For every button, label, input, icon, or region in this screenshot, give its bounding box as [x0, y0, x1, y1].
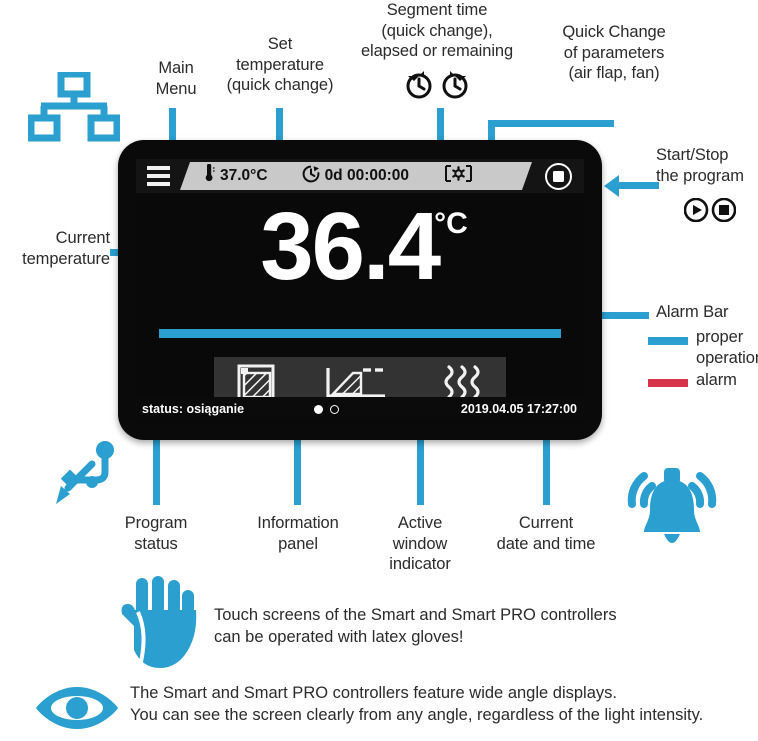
hamburger-icon	[146, 182, 170, 186]
callout-alarm-proper: proper operation	[696, 328, 758, 367]
connector-start-stop	[619, 182, 659, 189]
note-gloves: Touch screens of the Smart and Smart PRO…	[214, 606, 617, 646]
current-temperature-display[interactable]: 36.4 °C	[136, 193, 584, 301]
callout-current-date-time: Current date and time	[496, 514, 596, 553]
callout-information-panel: Information panel	[257, 514, 339, 553]
alarm-bar	[159, 329, 561, 338]
screen-bottom-bar: status: osiąganie 2019.04.05 17:27:00	[136, 397, 584, 421]
hamburger-icon	[146, 166, 170, 170]
start-stop-icons	[683, 197, 737, 227]
current-date-time-text: 2019.04.05 17:27:00	[460, 402, 577, 416]
window-dot-active[interactable]	[314, 404, 323, 414]
program-status-text: status: osiąganie	[142, 402, 245, 416]
legend-swatch-alarm	[648, 379, 688, 387]
callout-current-temperature: Current temperature	[22, 229, 110, 268]
note-viewing-angle: The Smart and Smart PRO controllers feat…	[130, 684, 704, 724]
segment-time-value: 0d 00:00:00	[324, 167, 410, 184]
set-temperature-value: 37.0°C	[220, 167, 268, 184]
callout-start-stop: Start/Stop the program	[656, 146, 744, 185]
usb-icon	[48, 436, 124, 513]
set-temperature-quick-button[interactable]: 37.0°C	[202, 164, 268, 188]
callout-quick-change-params: Quick Change of parameters (air flap, fa…	[562, 23, 666, 82]
segment-time-quick-button[interactable]: 0d 00:00:00	[302, 165, 409, 188]
clock-arrow-icon	[302, 165, 320, 188]
screen-top-bar: 37.0°C 0d 00:00:00	[136, 159, 584, 193]
callout-program-status: Program status	[124, 514, 188, 553]
callout-segment-time: Segment time (quick change), elapsed or …	[360, 1, 514, 60]
quick-parameters-button[interactable]	[445, 165, 472, 187]
callout-active-window-indicator: Active window indicator	[389, 514, 451, 573]
arrow-start-stop	[604, 174, 619, 197]
stop-square	[552, 170, 564, 182]
main-menu-button[interactable]	[136, 159, 180, 193]
controller-screen: 37.0°C 0d 00:00:00 36.4 °C status: osiąg…	[136, 159, 584, 421]
hamburger-icon	[146, 174, 170, 178]
connector-current-date-time	[543, 434, 550, 505]
window-dot-inactive[interactable]	[330, 404, 339, 414]
hand-glove-icon	[118, 576, 206, 673]
controller-device: 37.0°C 0d 00:00:00 36.4 °C status: osiąg…	[118, 140, 602, 440]
quick-access-strip: 37.0°C 0d 00:00:00	[180, 162, 532, 190]
current-temperature-value: 36.4	[260, 193, 441, 300]
callout-set-temperature: Set temperature (quick change)	[226, 35, 334, 94]
active-window-indicator[interactable]	[314, 404, 339, 414]
segment-time-icons	[404, 70, 472, 105]
fan-flap-icon	[445, 165, 472, 187]
callout-alarm-alarm: alarm	[696, 371, 737, 389]
legend-swatch-proper	[648, 337, 688, 345]
alarm-bell-icon	[622, 462, 722, 565]
network-hierarchy-icon	[27, 70, 121, 149]
eye-icon	[34, 684, 120, 737]
thermometer-icon	[202, 164, 215, 188]
infographic-canvas: Main Menu Set temperature (quick change)…	[0, 0, 758, 741]
connector-alarm-bar	[601, 312, 649, 319]
stop-icon	[544, 162, 572, 190]
callout-alarm-bar: Alarm Bar	[656, 303, 729, 321]
connector-quick-params-h	[488, 120, 614, 127]
callout-main-menu: Main Menu	[155, 59, 197, 98]
start-stop-button[interactable]	[532, 159, 584, 193]
